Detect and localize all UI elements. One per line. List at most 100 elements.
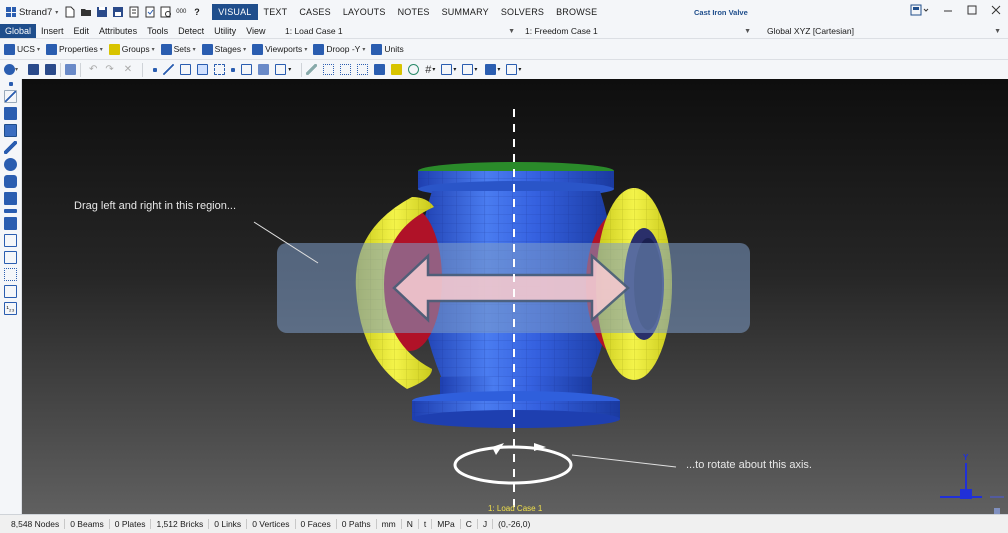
toolbar-viewports-button[interactable]: Viewports ▾	[252, 43, 307, 55]
unit-stress[interactable]: MPa	[432, 519, 461, 529]
unit-length[interactable]: mm	[377, 519, 402, 529]
open-folder-icon[interactable]	[80, 6, 92, 18]
ribbon-tab-text[interactable]: TEXT	[258, 4, 294, 20]
coordinate-system-select[interactable]: Global XYZ [Cartesian] ▼	[766, 24, 1004, 37]
toolbar-stages-button[interactable]: Stages ▾	[201, 43, 246, 55]
plate-tool-icon[interactable]	[4, 107, 17, 120]
freedom-case-select[interactable]: 1: Freedom Case 1 ▼	[524, 24, 754, 37]
dots-tool-icon[interactable]	[4, 268, 17, 281]
table-tool-icon[interactable]	[4, 234, 17, 247]
toolbar-groups-button[interactable]: Groups ▾	[108, 43, 155, 55]
plate-icon[interactable]	[180, 64, 192, 75]
undo-icon[interactable]: ↶	[89, 64, 97, 75]
camera-icon[interactable]	[45, 64, 57, 75]
select-box-icon[interactable]	[323, 64, 335, 75]
node-tool-icon[interactable]	[8, 82, 13, 86]
geometry-icon[interactable]	[275, 64, 287, 75]
ucs-axes-icon	[4, 43, 15, 55]
ribbon-tab-browse[interactable]: BROWSE	[550, 4, 603, 20]
cylinder-tool-icon[interactable]	[4, 175, 17, 188]
path-tool-icon[interactable]	[4, 192, 17, 205]
ruler-icon[interactable]	[306, 64, 318, 75]
chevron-down-icon: ▾	[518, 67, 522, 73]
ribbon-tab-solvers[interactable]: SOLVERS	[495, 4, 550, 20]
toolbar-label: Groups	[121, 44, 150, 54]
copy-view-icon[interactable]	[506, 64, 518, 75]
menu-item-edit[interactable]: Edit	[69, 24, 95, 38]
path-icon[interactable]	[258, 64, 270, 75]
attribute-icon[interactable]	[391, 64, 403, 75]
menu-item-attributes[interactable]: Attributes	[94, 24, 142, 38]
ribbon-tab-layouts[interactable]: LAYOUTS	[337, 4, 392, 20]
check-icon[interactable]	[160, 6, 172, 18]
close-icon[interactable]	[990, 4, 1002, 16]
window-layout-icon[interactable]	[485, 64, 497, 75]
entity-table-icon[interactable]	[65, 64, 77, 75]
menu-item-utility[interactable]: Utility	[209, 24, 241, 38]
redo-icon[interactable]: ↷	[105, 64, 113, 75]
minimize-icon[interactable]	[942, 4, 954, 16]
binoculars-icon[interactable]	[28, 64, 40, 75]
numbering-icon[interactable]: 000	[176, 6, 190, 18]
status-beams: 0 Beams	[65, 519, 110, 529]
element-grid-icon[interactable]	[374, 64, 386, 75]
vertex-tool-icon[interactable]	[4, 158, 17, 171]
select-elements-icon[interactable]	[357, 64, 369, 75]
toolbar-units-button[interactable]: Units	[371, 43, 404, 55]
report-icon[interactable]	[128, 6, 140, 18]
section-icon[interactable]	[462, 64, 474, 75]
display-tool-icon[interactable]	[4, 251, 17, 264]
face-icon[interactable]	[241, 64, 253, 75]
save-all-icon[interactable]	[112, 6, 124, 18]
ribbon-tab-notes[interactable]: NOTES	[392, 4, 436, 20]
menu-item-global[interactable]: Global	[0, 24, 37, 38]
menu-item-tools[interactable]: Tools	[142, 24, 173, 38]
sets-icon	[160, 43, 172, 55]
brick-tool-icon[interactable]	[4, 124, 17, 137]
unit-force[interactable]: N	[402, 519, 419, 529]
numbering-tool-icon[interactable]: ¹₂₃	[4, 302, 17, 315]
print-icon[interactable]	[144, 6, 156, 18]
layout-menu-icon[interactable]	[910, 4, 930, 16]
gear-icon[interactable]	[4, 64, 15, 75]
load-case-select[interactable]: 1: Load Case 1 ▼	[284, 24, 518, 37]
hint-rotate-pointer	[571, 454, 677, 468]
menu-item-detect[interactable]: Detect	[173, 24, 209, 38]
connect-tool-icon[interactable]	[4, 209, 17, 213]
ribbon-tab-visual[interactable]: VISUAL	[212, 4, 258, 20]
model-viewport[interactable]: Drag left and right in this region... ..…	[22, 79, 1008, 514]
grid-hash-icon[interactable]: #	[425, 64, 431, 76]
chevron-down-icon: ▾	[497, 67, 501, 73]
select-nodes-icon[interactable]	[340, 64, 352, 75]
toolbar-sets-button[interactable]: Sets ▾	[160, 43, 196, 55]
help-icon[interactable]: ?	[194, 6, 206, 18]
unit-temperature[interactable]: C	[461, 519, 478, 529]
link-tool-icon[interactable]	[4, 141, 17, 154]
ribbon-tab-cases[interactable]: CASES	[293, 4, 337, 20]
snap-icon[interactable]	[441, 64, 453, 75]
unit-energy[interactable]: J	[478, 519, 494, 529]
toolbar-droop-y-button[interactable]: Droop -Y ▾	[313, 43, 365, 55]
maximize-icon[interactable]	[966, 4, 978, 16]
frame-tool-icon[interactable]	[4, 285, 17, 298]
node-icon[interactable]	[153, 67, 158, 72]
delete-icon[interactable]: ✕	[124, 64, 132, 75]
unit-time[interactable]: t	[419, 519, 433, 529]
toolbar-properties-button[interactable]: Properties ▾	[45, 43, 103, 55]
brick-icon[interactable]	[197, 64, 209, 75]
save-icon[interactable]	[96, 6, 108, 18]
ribbon-tab-summary[interactable]: SUMMARY	[436, 4, 495, 20]
link-icon[interactable]	[214, 64, 226, 75]
menu-item-insert[interactable]: Insert	[36, 24, 69, 38]
new-file-icon[interactable]	[64, 6, 76, 18]
beam-tool-icon[interactable]	[4, 90, 17, 103]
flip-tool-icon[interactable]	[4, 217, 17, 230]
menu-item-view[interactable]: View	[241, 24, 270, 38]
vertex-icon[interactable]	[231, 67, 236, 72]
chevron-down-icon: ▼	[994, 28, 1001, 35]
document-title: Cast Iron Valve	[694, 8, 748, 17]
set-join-icon[interactable]	[408, 64, 420, 75]
beam-icon[interactable]	[163, 64, 175, 75]
toolbar-ucs-button[interactable]: UCS ▾	[4, 43, 40, 55]
app-menu-button[interactable]: Strand7 ▾	[0, 7, 58, 18]
